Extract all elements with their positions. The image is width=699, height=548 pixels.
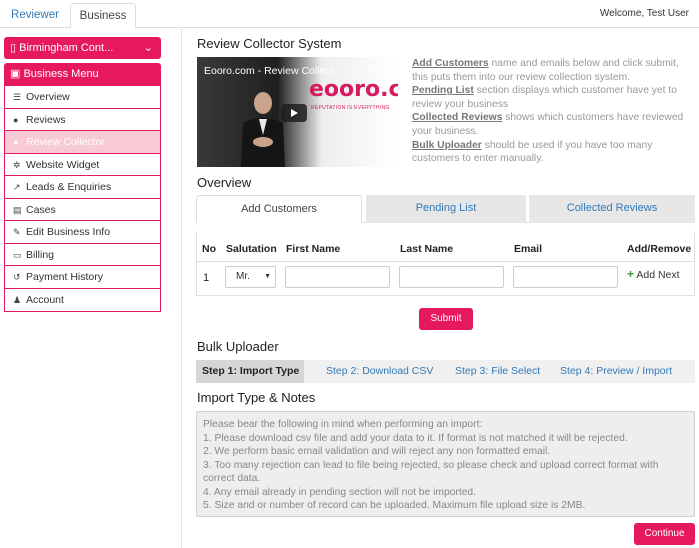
- continue-button[interactable]: Continue: [634, 523, 695, 545]
- top-tab-bar: Reviewer Business Welcome, Test User: [0, 0, 699, 28]
- building-icon: ▯: [10, 42, 17, 54]
- edit-icon: ✎: [13, 227, 21, 237]
- overview-heading: Overview: [197, 175, 252, 190]
- link-add-customers[interactable]: Add Customers: [412, 58, 489, 69]
- note-line: 4. Any email already in pending section …: [203, 486, 477, 498]
- sidebar-item-edit-business-info[interactable]: ✎ Edit Business Info: [5, 221, 160, 244]
- description-add-customers: Add Customers name and emails below and …: [412, 57, 694, 84]
- content-divider: [181, 29, 182, 548]
- chevron-down-icon: ⌄: [143, 42, 153, 54]
- business-menu-list: ☰ Overview ● Reviews ● Review Collector ✲ We…: [4, 86, 161, 312]
- sidebar-item-billing[interactable]: ▭ Billing: [5, 243, 160, 266]
- step-download-csv[interactable]: Step 2: Download CSV: [326, 360, 433, 383]
- first-name-input[interactable]: [285, 266, 390, 288]
- tab-reviewer[interactable]: Reviewer: [4, 3, 66, 28]
- sidebar-item-account[interactable]: ♟ Account: [5, 288, 160, 311]
- note-line: 2. We perform basic email validation and…: [203, 446, 551, 457]
- step-preview-import[interactable]: Step 4: Preview / Import: [560, 360, 672, 383]
- overview-tabs: Add Customers Pending List Collected Rev…: [196, 195, 695, 223]
- play-button[interactable]: [281, 104, 307, 122]
- note-line: Please bear the following in mind when p…: [203, 419, 483, 430]
- business-select-dropdown[interactable]: ▯ Birmingham Cont... ⌄: [4, 37, 161, 59]
- description-pending-list: Pending List section displays which cust…: [412, 84, 694, 111]
- briefcase-icon: ▣: [10, 68, 21, 80]
- collector-description: Add Customers name and emails below and …: [412, 57, 694, 166]
- sidebar-item-label: Review Collector: [26, 136, 105, 148]
- sidebar-item-payment-history[interactable]: ↺ Payment History: [5, 266, 160, 289]
- sidebar-item-cases[interactable]: ▤ Cases: [5, 198, 160, 221]
- sidebar-item-leads[interactable]: ↗ Leads & Enquiries: [5, 176, 160, 199]
- share-icon[interactable]: ➦: [385, 62, 393, 73]
- page-title: Review Collector System: [197, 36, 342, 51]
- tab-collected-reviews[interactable]: Collected Reviews: [529, 195, 695, 223]
- file-icon: ▤: [13, 204, 22, 215]
- tab-business[interactable]: Business: [70, 3, 136, 28]
- sidebar-item-label: Reviews: [26, 113, 66, 126]
- logo-tagline: REPUTATION IS EVERYTHING: [311, 105, 390, 111]
- add-next-label: Add Next: [636, 269, 680, 281]
- video-player[interactable]: Eooro.com - Review Collect... eooro.com …: [197, 57, 398, 167]
- link-bulk-uploader[interactable]: Bulk Uploader: [412, 140, 482, 151]
- column-header-add-remove: Add/Remove: [627, 243, 692, 255]
- column-header-first-name: First Name: [286, 243, 341, 255]
- salutation-select[interactable]: Mr. ▼: [225, 266, 276, 288]
- step-file-select[interactable]: Step 3: File Select: [455, 360, 540, 383]
- eooro-logo: eooro.com: [309, 77, 398, 102]
- tab-pending-list[interactable]: Pending List: [366, 195, 526, 223]
- sidebar-item-review-collector[interactable]: ● Review Collector: [5, 131, 160, 154]
- business-menu-header: ▣ Business Menu: [4, 63, 161, 86]
- list-icon: ☰: [13, 92, 22, 102]
- sidebar-item-label: Edit Business Info: [26, 226, 111, 238]
- table-divider: [197, 261, 695, 262]
- sidebar-item-label: Account: [26, 293, 64, 306]
- bulk-steps: Step 1: Import Type Step 2: Download CSV…: [196, 360, 695, 383]
- import-notes-box: Please bear the following in mind when p…: [196, 411, 695, 517]
- sidebar-item-label: Cases: [26, 203, 56, 216]
- column-header-email: Email: [514, 243, 543, 255]
- column-header-no: No: [202, 243, 216, 255]
- link-pending-list[interactable]: Pending List: [412, 85, 474, 96]
- video-title: Eooro.com - Review Collect...: [204, 65, 343, 77]
- sidebar-item-label: Billing: [26, 248, 55, 261]
- history-icon: ↺: [13, 272, 21, 282]
- sidebar-item-label: Payment History: [26, 271, 104, 283]
- description-collected-reviews: Collected Reviews shows which customers …: [412, 111, 694, 138]
- sidebar-item-reviews[interactable]: ● Reviews: [5, 108, 160, 131]
- add-next-button[interactable]: + Add Next: [627, 267, 680, 281]
- column-header-last-name: Last Name: [400, 243, 454, 255]
- salutation-value: Mr.: [236, 271, 250, 282]
- caret-down-icon: ▼: [264, 273, 271, 280]
- tab-add-customers[interactable]: Add Customers: [196, 195, 362, 223]
- submit-button[interactable]: Submit: [419, 308, 473, 330]
- note-line: 5. Size and or number of record can be u…: [203, 500, 586, 511]
- sidebar-item-overview[interactable]: ☰ Overview: [5, 86, 160, 109]
- note-line: 3. Too many rejection can lead to file b…: [203, 459, 659, 485]
- sidebar-item-label: Website Widget: [26, 158, 100, 171]
- sidebar-item-website-widget[interactable]: ✲ Website Widget: [5, 153, 160, 176]
- watch-later-icon[interactable]: [369, 64, 380, 75]
- sidebar-item-label: Overview: [26, 91, 70, 103]
- plus-icon: +: [627, 267, 635, 281]
- import-notes-heading: Import Type & Notes: [197, 390, 316, 405]
- business-menu-title: Business Menu: [23, 68, 99, 80]
- welcome-text: Welcome, Test User: [599, 8, 689, 19]
- row-number: 1: [203, 272, 210, 284]
- sidebar-item-label: Leads & Enquiries: [26, 181, 112, 193]
- gear-icon: ✲: [13, 159, 21, 170]
- bulk-uploader-heading: Bulk Uploader: [197, 339, 279, 354]
- users-icon: ●: [13, 137, 19, 147]
- comments-icon: ●: [13, 114, 19, 125]
- column-header-salutation: Salutation: [226, 243, 277, 255]
- link-collected-reviews[interactable]: Collected Reviews: [412, 112, 502, 123]
- note-line: 1. Please download csv file and add your…: [203, 432, 628, 444]
- email-input[interactable]: [513, 266, 618, 288]
- line-chart-icon: ↗: [13, 182, 21, 192]
- business-select-value: Birmingham Cont...: [19, 42, 114, 54]
- presenter-image: [241, 92, 285, 167]
- description-bulk-uploader: Bulk Uploader should be used if you have…: [412, 139, 694, 166]
- step-import-type[interactable]: Step 1: Import Type: [196, 360, 304, 383]
- last-name-input[interactable]: [399, 266, 504, 288]
- user-icon: ♟: [13, 294, 22, 305]
- credit-card-icon: ▭: [13, 249, 22, 260]
